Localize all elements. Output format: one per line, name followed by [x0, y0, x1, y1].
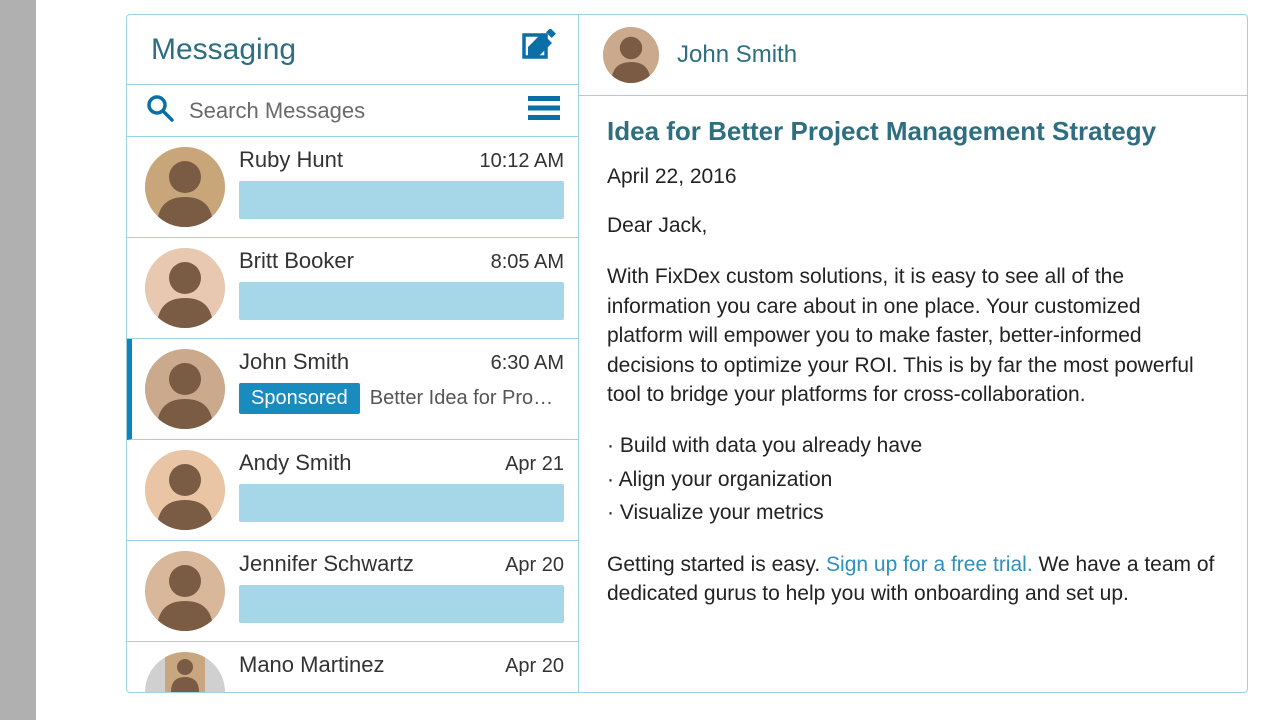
messaging-panel: Messaging Ruby Hunt 10:12 AM Britt Booker 8… — [126, 14, 1248, 693]
detail-text: Dear Jack, With FixDex custom solutions,… — [607, 211, 1219, 608]
message-item-top: Jennifer Schwartz Apr 20 — [239, 551, 564, 577]
avatar[interactable] — [145, 551, 225, 631]
body-paragraph: With FixDex custom solutions, it is easy… — [607, 262, 1219, 409]
greeting: Dear Jack, — [607, 211, 1219, 240]
avatar[interactable] — [145, 248, 225, 328]
menu-icon[interactable] — [528, 95, 560, 126]
message-item[interactable]: Jennifer Schwartz Apr 20 — [127, 541, 578, 642]
message-item-top: Mano Martinez Apr 20 — [239, 652, 564, 678]
avatar[interactable] — [145, 450, 225, 530]
message-item-body: Mano Martinez Apr 20 — [239, 652, 564, 686]
message-time: Apr 20 — [505, 554, 564, 577]
message-item-body: Ruby Hunt 10:12 AM — [239, 147, 564, 219]
message-list: Ruby Hunt 10:12 AM Britt Booker 8:05 AM John… — [127, 137, 578, 692]
search-input[interactable] — [189, 98, 514, 124]
message-item[interactable]: Andy Smith Apr 21 — [127, 440, 578, 541]
message-detail-pane: John Smith Idea for Better Project Manag… — [579, 15, 1247, 692]
avatar[interactable] — [145, 147, 225, 227]
message-time: Apr 21 — [505, 453, 564, 476]
detail-subject: Idea for Better Project Management Strat… — [607, 116, 1219, 147]
bullet-item: · Build with data you already have — [607, 431, 1219, 460]
message-item-body: John Smith 6:30 AM Sponsored Better Idea fo… — [239, 349, 564, 414]
message-time: 6:30 AM — [491, 352, 564, 375]
signup-link[interactable]: Sign up for a free trial. — [826, 553, 1033, 576]
message-item[interactable]: Britt Booker 8:05 AM — [127, 238, 578, 339]
message-item[interactable]: John Smith 6:30 AM Sponsored Better Idea fo… — [127, 339, 578, 440]
message-item[interactable]: Mano Martinez Apr 20 — [127, 642, 578, 692]
preview-placeholder — [239, 181, 564, 219]
bullet-item: · Align your organization — [607, 465, 1219, 494]
message-sender-name: Andy Smith — [239, 450, 352, 476]
message-sender-name: Jennifer Schwartz — [239, 551, 414, 577]
message-sender-name: Mano Martinez — [239, 652, 385, 678]
avatar[interactable] — [145, 652, 225, 692]
compose-icon[interactable] — [520, 29, 556, 70]
preview-placeholder — [239, 484, 564, 522]
message-list-pane: Messaging Ruby Hunt 10:12 AM Britt Booker 8… — [127, 15, 579, 692]
message-item-top: Britt Booker 8:05 AM — [239, 248, 564, 274]
closing-pre: Getting started is easy. — [607, 553, 826, 576]
avatar[interactable] — [145, 349, 225, 429]
message-item[interactable]: Ruby Hunt 10:12 AM — [127, 137, 578, 238]
detail-body: Idea for Better Project Management Strat… — [579, 96, 1247, 650]
message-sender-name: Britt Booker — [239, 248, 354, 274]
message-item-body: Andy Smith Apr 21 — [239, 450, 564, 522]
detail-header: John Smith — [579, 15, 1247, 96]
preview-placeholder — [239, 282, 564, 320]
preview-placeholder — [239, 585, 564, 623]
message-item-top: Ruby Hunt 10:12 AM — [239, 147, 564, 173]
search-icon[interactable] — [145, 93, 175, 128]
search-row — [127, 85, 578, 137]
message-item-body: Jennifer Schwartz Apr 20 — [239, 551, 564, 623]
bullet-item: · Visualize your metrics — [607, 498, 1219, 527]
message-sender-name: Ruby Hunt — [239, 147, 343, 173]
message-item-top: Andy Smith Apr 21 — [239, 450, 564, 476]
detail-sender-name: John Smith — [677, 41, 797, 69]
closing-paragraph: Getting started is easy. Sign up for a f… — [607, 550, 1219, 609]
avatar[interactable] — [603, 27, 659, 83]
message-sender-name: John Smith — [239, 349, 349, 375]
messaging-title: Messaging — [151, 33, 296, 67]
message-item-body: Britt Booker 8:05 AM — [239, 248, 564, 320]
sponsored-badge: Sponsored — [239, 383, 360, 414]
messaging-header: Messaging — [127, 15, 578, 85]
message-time: Apr 20 — [505, 655, 564, 678]
preview-text: Better Idea for Pro… — [370, 387, 553, 410]
message-time: 10:12 AM — [479, 150, 564, 173]
preview-row: Sponsored Better Idea for Pro… — [239, 383, 564, 414]
detail-date: April 22, 2016 — [607, 165, 1219, 189]
message-time: 8:05 AM — [491, 251, 564, 274]
message-item-top: John Smith 6:30 AM — [239, 349, 564, 375]
